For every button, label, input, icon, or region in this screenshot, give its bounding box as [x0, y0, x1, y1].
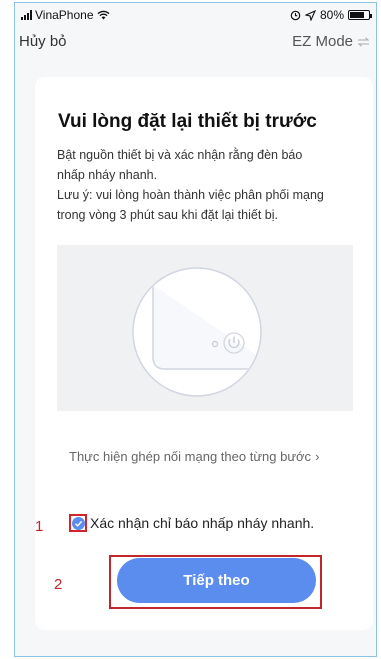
- status-bar: VinaPhone 80%: [15, 3, 376, 27]
- ez-mode-label: EZ Mode: [292, 33, 353, 50]
- alarm-icon: [290, 10, 301, 20]
- cancel-button[interactable]: Hủy bỏ: [19, 33, 67, 50]
- battery-icon: [348, 10, 372, 20]
- instruction-line: nhấp nháy nhanh.: [57, 168, 158, 182]
- annotation-number-1: 1: [35, 518, 44, 535]
- check-icon: [71, 516, 85, 530]
- confirm-label: Xác nhận chỉ báo nhấp nháy nhanh.: [90, 515, 315, 531]
- page-title: Vui lòng đặt lại thiết bị trước: [58, 111, 317, 132]
- instruction-line: Bật nguồn thiết bị và xác nhận rằng đèn …: [57, 148, 303, 162]
- battery-percent: 80%: [319, 8, 344, 22]
- carrier-name: VinaPhone: [35, 8, 94, 22]
- device-reset-image: [132, 267, 262, 397]
- step-by-step-link[interactable]: Thực hiện ghép nối mạng theo từng bước ›: [69, 449, 319, 464]
- note-line: trong vòng 3 phút sau khi đặt lại thiết …: [57, 208, 278, 222]
- note-line: Lưu ý: vui lòng hoàn thành việc phân phố…: [57, 188, 324, 202]
- nav-bar: Hủy bỏ EZ Mode: [15, 29, 376, 57]
- status-left: VinaPhone: [21, 8, 110, 22]
- device-illustration: [57, 245, 353, 411]
- switch-arrows-icon: [357, 36, 370, 47]
- reset-device-card: Vui lòng đặt lại thiết bị trước Bật nguồ…: [35, 77, 373, 630]
- wifi-icon: [97, 10, 109, 20]
- status-right: 80%: [290, 8, 372, 22]
- phone-screen: VinaPhone 80% Hủy bỏ EZ Mode Vui lòng đặ…: [14, 2, 377, 657]
- next-button[interactable]: Tiếp theo: [117, 558, 316, 603]
- location-arrow-icon: [304, 9, 316, 21]
- confirm-checkbox-row[interactable]: Xác nhận chỉ báo nhấp nháy nhanh.: [69, 514, 314, 532]
- ez-mode-switch[interactable]: EZ Mode: [292, 33, 370, 50]
- instruction-text: Bật nguồn thiết bị và xác nhận rằng đèn …: [57, 145, 357, 225]
- signal-icon: [21, 10, 32, 20]
- chevron-right-icon: ›: [315, 449, 320, 464]
- annotation-number-2: 2: [54, 576, 63, 593]
- step-by-step-label: Thực hiện ghép nối mạng theo từng bước: [69, 449, 312, 464]
- confirm-checkbox[interactable]: [69, 514, 87, 532]
